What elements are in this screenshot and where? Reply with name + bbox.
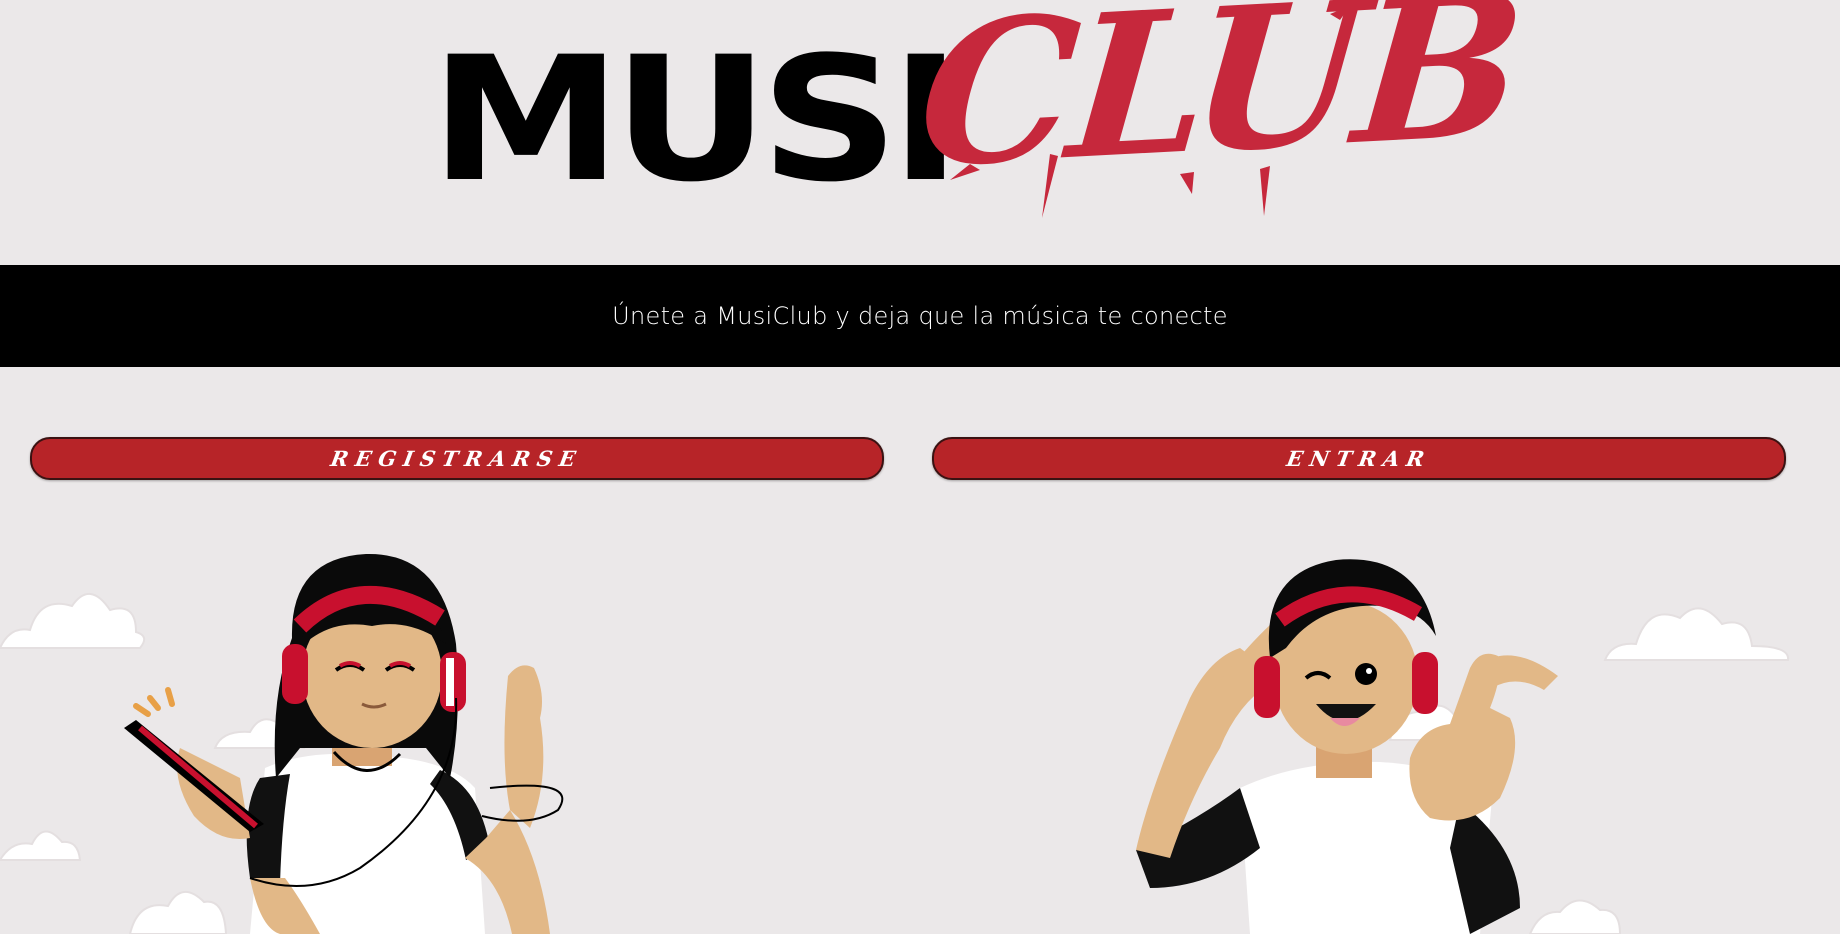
tagline-banner: Únete a MusiClub y deja que la música te… — [0, 265, 1840, 367]
musiclub-logo: MUSI CLUB — [430, 0, 1526, 228]
cloud-icon — [1603, 607, 1790, 661]
register-button-label: REGISTRARSE — [329, 446, 585, 471]
landing-page: MUSI CLUB Únete a MusiClub y deja que la… — [0, 0, 1840, 934]
girl-with-headphones-illustration — [124, 553, 564, 934]
tagline-text: Únete a MusiClub y deja que la música te… — [612, 302, 1228, 330]
logo-musi-text: MUSI — [430, 19, 962, 220]
register-button[interactable]: REGISTRARSE — [30, 437, 884, 480]
enter-button-label: ENTRAR — [1284, 446, 1434, 471]
enter-button[interactable]: ENTRAR — [932, 437, 1786, 480]
cloud-icon — [0, 830, 82, 861]
boy-with-headphones-illustration — [1136, 559, 1558, 934]
logo-brush-drips — [950, 6, 1350, 218]
